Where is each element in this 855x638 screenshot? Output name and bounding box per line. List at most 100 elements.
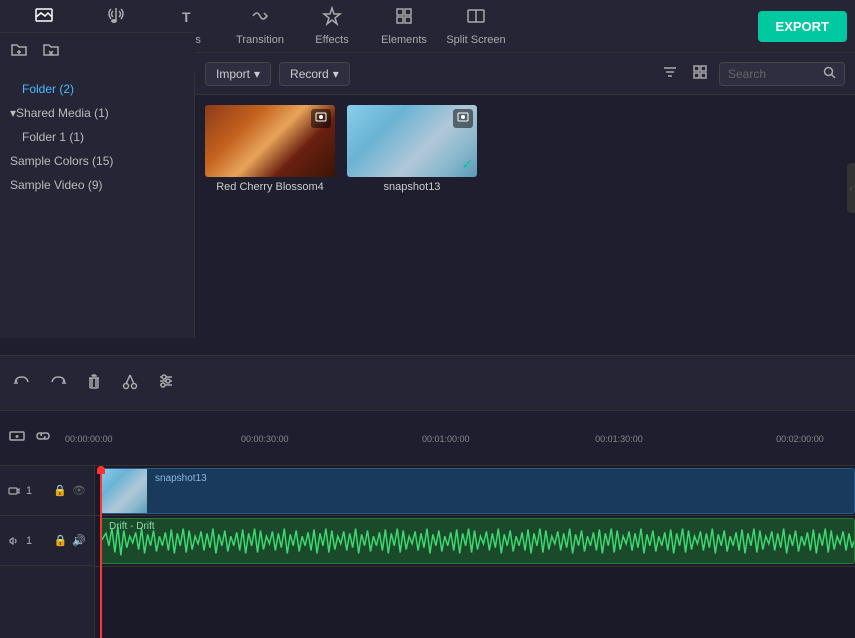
sidebar-sample-colors-label: Sample Colors (15): [10, 154, 184, 168]
toolbar-elements[interactable]: Elements: [368, 0, 440, 53]
video-track-icon: [8, 485, 20, 497]
snapshot-check-icon: ✓: [461, 156, 473, 173]
edit-toolbar: [0, 355, 855, 410]
search-box: [719, 62, 845, 86]
cherry-badge: [311, 109, 331, 128]
elements-icon: [394, 6, 414, 31]
video-lock-icon[interactable]: 🔒: [53, 484, 67, 497]
new-folder-button[interactable]: [10, 53, 28, 64]
ruler-mark-4: 00:02:00:00: [776, 434, 824, 444]
sidebar-item-sample-video[interactable]: Sample Video (9): [0, 173, 194, 197]
ruler-mark-3: 00:01:30:00: [595, 434, 643, 444]
video-track-label: 1 🔒 👁: [0, 466, 94, 516]
audio-track-number: 1: [26, 535, 32, 547]
timeline-controls: [8, 427, 52, 450]
video-clip[interactable]: snapshot13: [100, 468, 855, 514]
audio-clip[interactable]: Drift - Drift // Generate waveform bars …: [100, 518, 855, 564]
export-button[interactable]: EXPORT: [758, 11, 847, 42]
sidebar-footer: [0, 53, 195, 72]
sidebar-folder1-label: Folder 1 (1): [22, 130, 184, 144]
import-chevron-icon: ▾: [254, 67, 260, 81]
sidebar-shared-media-label: Shared Media (1): [16, 106, 184, 120]
audio-track[interactable]: Drift - Drift // Generate waveform bars …: [95, 516, 855, 566]
filter-icon[interactable]: [662, 64, 678, 83]
playhead-top: [97, 466, 105, 474]
titles-icon: T: [178, 6, 198, 31]
delete-folder-button[interactable]: [42, 53, 60, 64]
timeline-ruler: 00:00:00:00 00:00:30:00 00:01:00:00 00:0…: [60, 429, 847, 449]
redo-button[interactable]: [48, 371, 68, 396]
video-track-number: 1: [26, 485, 32, 497]
sidebar-item-shared-media[interactable]: ▾ Shared Media (1): [0, 101, 194, 125]
audio-track-label: 1 🔒 🔊: [0, 516, 94, 566]
track-content: snapshot13 Drift - Drift // Generate wav…: [95, 466, 855, 638]
timeline: 00:00:00:00 00:00:30:00 00:01:00:00 00:0…: [0, 410, 855, 638]
record-chevron-icon: ▾: [333, 67, 339, 81]
media-icon: [34, 6, 54, 31]
media-thumb-cherry: [205, 105, 335, 177]
undo-button[interactable]: [12, 371, 32, 396]
playhead: [100, 466, 102, 638]
video-eye-icon[interactable]: 👁: [72, 484, 86, 497]
media-panel: Import ▾ Record ▾: [195, 53, 855, 338]
record-dropdown[interactable]: Record ▾: [279, 62, 350, 86]
sidebar-folder-label: Folder (2): [22, 82, 184, 96]
empty-track: [95, 566, 855, 616]
video-track[interactable]: snapshot13: [95, 466, 855, 516]
media-item-snapshot-name: snapshot13: [384, 181, 441, 193]
cut-button[interactable]: [120, 371, 140, 396]
toolbar-effects-label: Effects: [315, 34, 348, 46]
ruler-mark-2: 00:01:00:00: [422, 434, 470, 444]
search-input[interactable]: [728, 67, 818, 81]
delete-button[interactable]: [84, 371, 104, 396]
sidebar-item-folder[interactable]: Folder (2): [0, 77, 194, 101]
grid-view-icon[interactable]: [692, 64, 708, 83]
toolbar-effects[interactable]: Effects: [296, 0, 368, 53]
transition-icon: [250, 6, 270, 31]
import-dropdown[interactable]: Import ▾: [205, 62, 271, 86]
toolbar-elements-label: Elements: [381, 34, 427, 46]
split-screen-icon: [466, 6, 486, 31]
timeline-header: 00:00:00:00 00:00:30:00 00:01:00:00 00:0…: [0, 411, 855, 466]
audio-track-controls: 🔒 🔊: [54, 534, 86, 547]
ruler-mark-1: 00:00:30:00: [241, 434, 289, 444]
track-labels: 1 🔒 👁 1 🔒 🔊: [0, 466, 95, 638]
toolbar-split-screen[interactable]: Split Screen: [440, 0, 512, 53]
media-item-snapshot[interactable]: ✓ snapshot13: [347, 105, 477, 328]
audio-track-icon: [8, 535, 20, 547]
link-button[interactable]: [34, 427, 52, 450]
ruler-mark-0: 00:00:00:00: [65, 434, 113, 444]
effects-icon: [322, 6, 342, 31]
sidebar: ▾ Project Media (2) Folder (2) ▾ Shared …: [0, 53, 195, 338]
media-grid: Red Cherry Blossom4 ✓ snapshot13: [195, 95, 855, 338]
media-item-cherry[interactable]: Red Cherry Blossom4: [205, 105, 335, 328]
app-layout: Media Audio T Titles Transition Effects: [0, 0, 855, 638]
audio-clip-label: Drift - Drift: [109, 521, 155, 532]
search-icon[interactable]: [823, 66, 836, 82]
media-item-cherry-name: Red Cherry Blossom4: [216, 181, 324, 193]
audio-lock-icon[interactable]: 🔒: [54, 534, 68, 547]
video-clip-label: snapshot13: [151, 471, 211, 486]
audio-icon: [106, 6, 126, 31]
import-label: Import: [216, 67, 250, 81]
content-area: ▾ Project Media (2) Folder (2) ▾ Shared …: [0, 53, 855, 355]
timeline-body: 1 🔒 👁 1 🔒 🔊: [0, 466, 855, 638]
video-clip-thumb: [101, 469, 147, 513]
svg-text:T: T: [182, 9, 191, 25]
add-track-button[interactable]: [8, 427, 26, 450]
media-thumb-snapshot: ✓: [347, 105, 477, 177]
sidebar-collapse-button[interactable]: ‹: [847, 163, 855, 213]
sidebar-sample-video-label: Sample Video (9): [10, 178, 184, 192]
sidebar-item-folder1[interactable]: Folder 1 (1): [0, 125, 194, 149]
record-label: Record: [290, 67, 329, 81]
toolbar-transition[interactable]: Transition: [224, 0, 296, 53]
audio-waveform: // Generate waveform bars via inline scr…: [101, 519, 854, 563]
adjust-button[interactable]: [156, 371, 176, 396]
timeline-ruler-area: 00:00:00:00 00:00:30:00 00:01:00:00 00:0…: [60, 421, 847, 456]
media-toolbar: Import ▾ Record ▾: [195, 53, 855, 95]
toolbar-split-label: Split Screen: [446, 34, 505, 46]
sidebar-item-sample-colors[interactable]: Sample Colors (15): [0, 149, 194, 173]
video-track-controls: 🔒 👁: [53, 484, 86, 497]
audio-speaker-icon[interactable]: 🔊: [72, 534, 86, 547]
toolbar-transition-label: Transition: [236, 34, 284, 46]
